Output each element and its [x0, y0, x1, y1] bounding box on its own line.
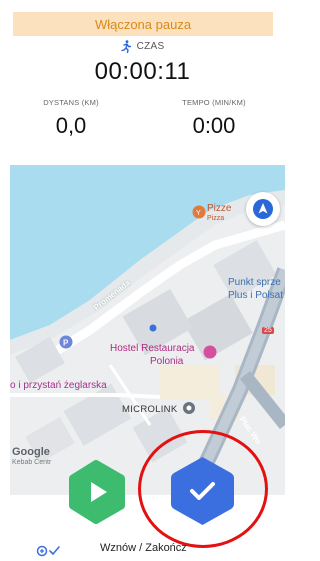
poi-label-pizze[interactable]: Pizze [207, 203, 231, 214]
pace-stat: TEMPO (MIN/KM) 0:00 [143, 98, 285, 139]
distance-value: 0,0 [55, 113, 87, 138]
elapsed-time-value: 00:00:11 [94, 58, 191, 85]
resume-button[interactable] [67, 458, 127, 526]
time-label: CZAS [0, 40, 285, 53]
runner-icon [120, 40, 131, 53]
poi-label-przystan[interactable]: o i przystań żeglarska [10, 380, 107, 391]
activity-settings-icon[interactable] [36, 544, 62, 558]
poi-label-plus-polsat[interactable]: Plus i Polsat [228, 290, 283, 301]
pause-status-text: Włączona pauza [94, 16, 192, 32]
navigation-arrow-icon [253, 199, 273, 219]
distance-stat: DYSTANS (KM) 0,0 [0, 98, 142, 139]
poi-label-polonia[interactable]: Polonia [150, 356, 183, 367]
poi-label-hostel[interactable]: Hostel Restauracja [110, 343, 194, 354]
poi-label-punkt[interactable]: Punkt sprze [228, 277, 281, 288]
time-label-text: CZAS [136, 41, 165, 52]
distance-label: DYSTANS (KM) [43, 98, 99, 107]
google-logo: Google [12, 446, 50, 458]
resume-finish-label: Wznów / Zakończ [100, 542, 187, 554]
pace-label: TEMPO (MIN/KM) [182, 98, 246, 107]
poi-sublabel-pizza: Pizza [207, 215, 225, 222]
recenter-navigation-button[interactable] [246, 192, 280, 226]
pause-status-banner: Włączona pauza [13, 12, 273, 36]
map-street-fragment: Kebab Centr [12, 459, 52, 466]
pace-value: 0:00 [192, 113, 236, 138]
poi-label-microlink[interactable]: MICROLINK [122, 404, 177, 415]
road-number-badge: 25 [262, 327, 274, 334]
svg-text:Y: Y [196, 210, 201, 217]
play-icon [69, 460, 125, 524]
svg-text:P: P [63, 339, 69, 348]
highlight-annotation-circle [138, 430, 268, 548]
